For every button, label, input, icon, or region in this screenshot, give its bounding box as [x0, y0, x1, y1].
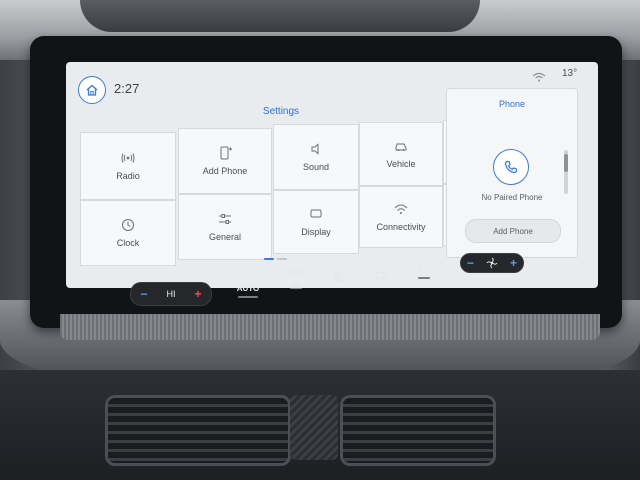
- tile-connectivity-label: Connectivity: [376, 222, 426, 232]
- driver-temp-plus-button[interactable]: +: [194, 287, 201, 301]
- radio-icon: [121, 153, 135, 163]
- phone-button[interactable]: [493, 149, 529, 185]
- seat-climate-icon[interactable]: [332, 270, 346, 284]
- bezel-speaker-grille: [60, 314, 600, 340]
- tile-clock-label: Clock: [116, 238, 140, 248]
- tile-sound-label: Sound: [302, 162, 330, 172]
- wifi-icon: [532, 72, 546, 82]
- phone-panel: Phone No Paired Phone Add Phone: [446, 88, 578, 258]
- fan-icon: [486, 257, 498, 269]
- sliders-icon: [219, 214, 231, 224]
- phone-panel-title: Phone: [498, 99, 526, 109]
- auto-button[interactable]: AUTO: [232, 284, 264, 293]
- scrollbar[interactable]: [564, 150, 568, 194]
- passenger-plus-button[interactable]: +: [510, 256, 517, 270]
- tile-vehicle[interactable]: Vehicle: [359, 122, 443, 186]
- recirculation-icon[interactable]: [372, 270, 388, 280]
- instrument-hood: [80, 0, 480, 32]
- tile-add-phone[interactable]: Add Phone: [178, 128, 272, 194]
- driver-temp-control: − HI +: [130, 282, 212, 306]
- tile-vehicle-label: Vehicle: [386, 159, 416, 169]
- air-vent-right[interactable]: [340, 395, 496, 466]
- clock-time: 2:27: [114, 81, 140, 96]
- outside-temperature: 13°: [562, 68, 578, 79]
- auto-indicator: [238, 296, 258, 298]
- tile-sound[interactable]: Sound: [273, 124, 359, 190]
- tile-radio-label: Radio: [116, 171, 140, 181]
- tile-clock[interactable]: Clock: [80, 200, 176, 266]
- climate-control-bar: − HI + AUTO MAX A/C − +: [66, 253, 598, 306]
- tile-radio[interactable]: Radio: [80, 132, 176, 200]
- passenger-fan-control: − +: [460, 253, 524, 273]
- speaker-icon: [311, 143, 319, 155]
- defrost-icon[interactable]: [290, 280, 302, 290]
- phone-add-icon: [220, 146, 232, 160]
- no-paired-phone-text: No Paired Phone: [481, 193, 543, 202]
- clock-icon: [122, 219, 134, 231]
- vent-center-trim: [290, 395, 338, 460]
- ac-button[interactable]: A/C: [412, 266, 436, 273]
- home-icon: [86, 84, 98, 96]
- tile-general[interactable]: General: [178, 194, 272, 260]
- tile-connectivity[interactable]: Connectivity: [359, 186, 443, 248]
- scrollbar-thumb[interactable]: [564, 154, 568, 172]
- display-icon: [310, 209, 322, 218]
- driver-temp-minus-button[interactable]: −: [140, 287, 147, 301]
- tile-general-label: General: [208, 232, 242, 242]
- tile-display[interactable]: Display: [273, 190, 359, 254]
- vehicle-icon: [395, 143, 407, 151]
- add-phone-button[interactable]: Add Phone: [465, 219, 561, 243]
- home-button[interactable]: [78, 76, 106, 104]
- ac-indicator: [418, 277, 430, 279]
- tile-display-label: Display: [301, 227, 331, 237]
- tile-add-phone-label: Add Phone: [202, 166, 248, 176]
- max-defrost-label: MAX: [288, 270, 304, 277]
- passenger-minus-button[interactable]: −: [467, 256, 474, 270]
- fan-level: HI: [166, 289, 176, 299]
- wifi-icon: [394, 204, 408, 214]
- phone-icon: [504, 160, 518, 174]
- air-vent-left[interactable]: [105, 395, 291, 466]
- page-indicator: [264, 258, 287, 260]
- settings-title: Settings: [262, 106, 300, 117]
